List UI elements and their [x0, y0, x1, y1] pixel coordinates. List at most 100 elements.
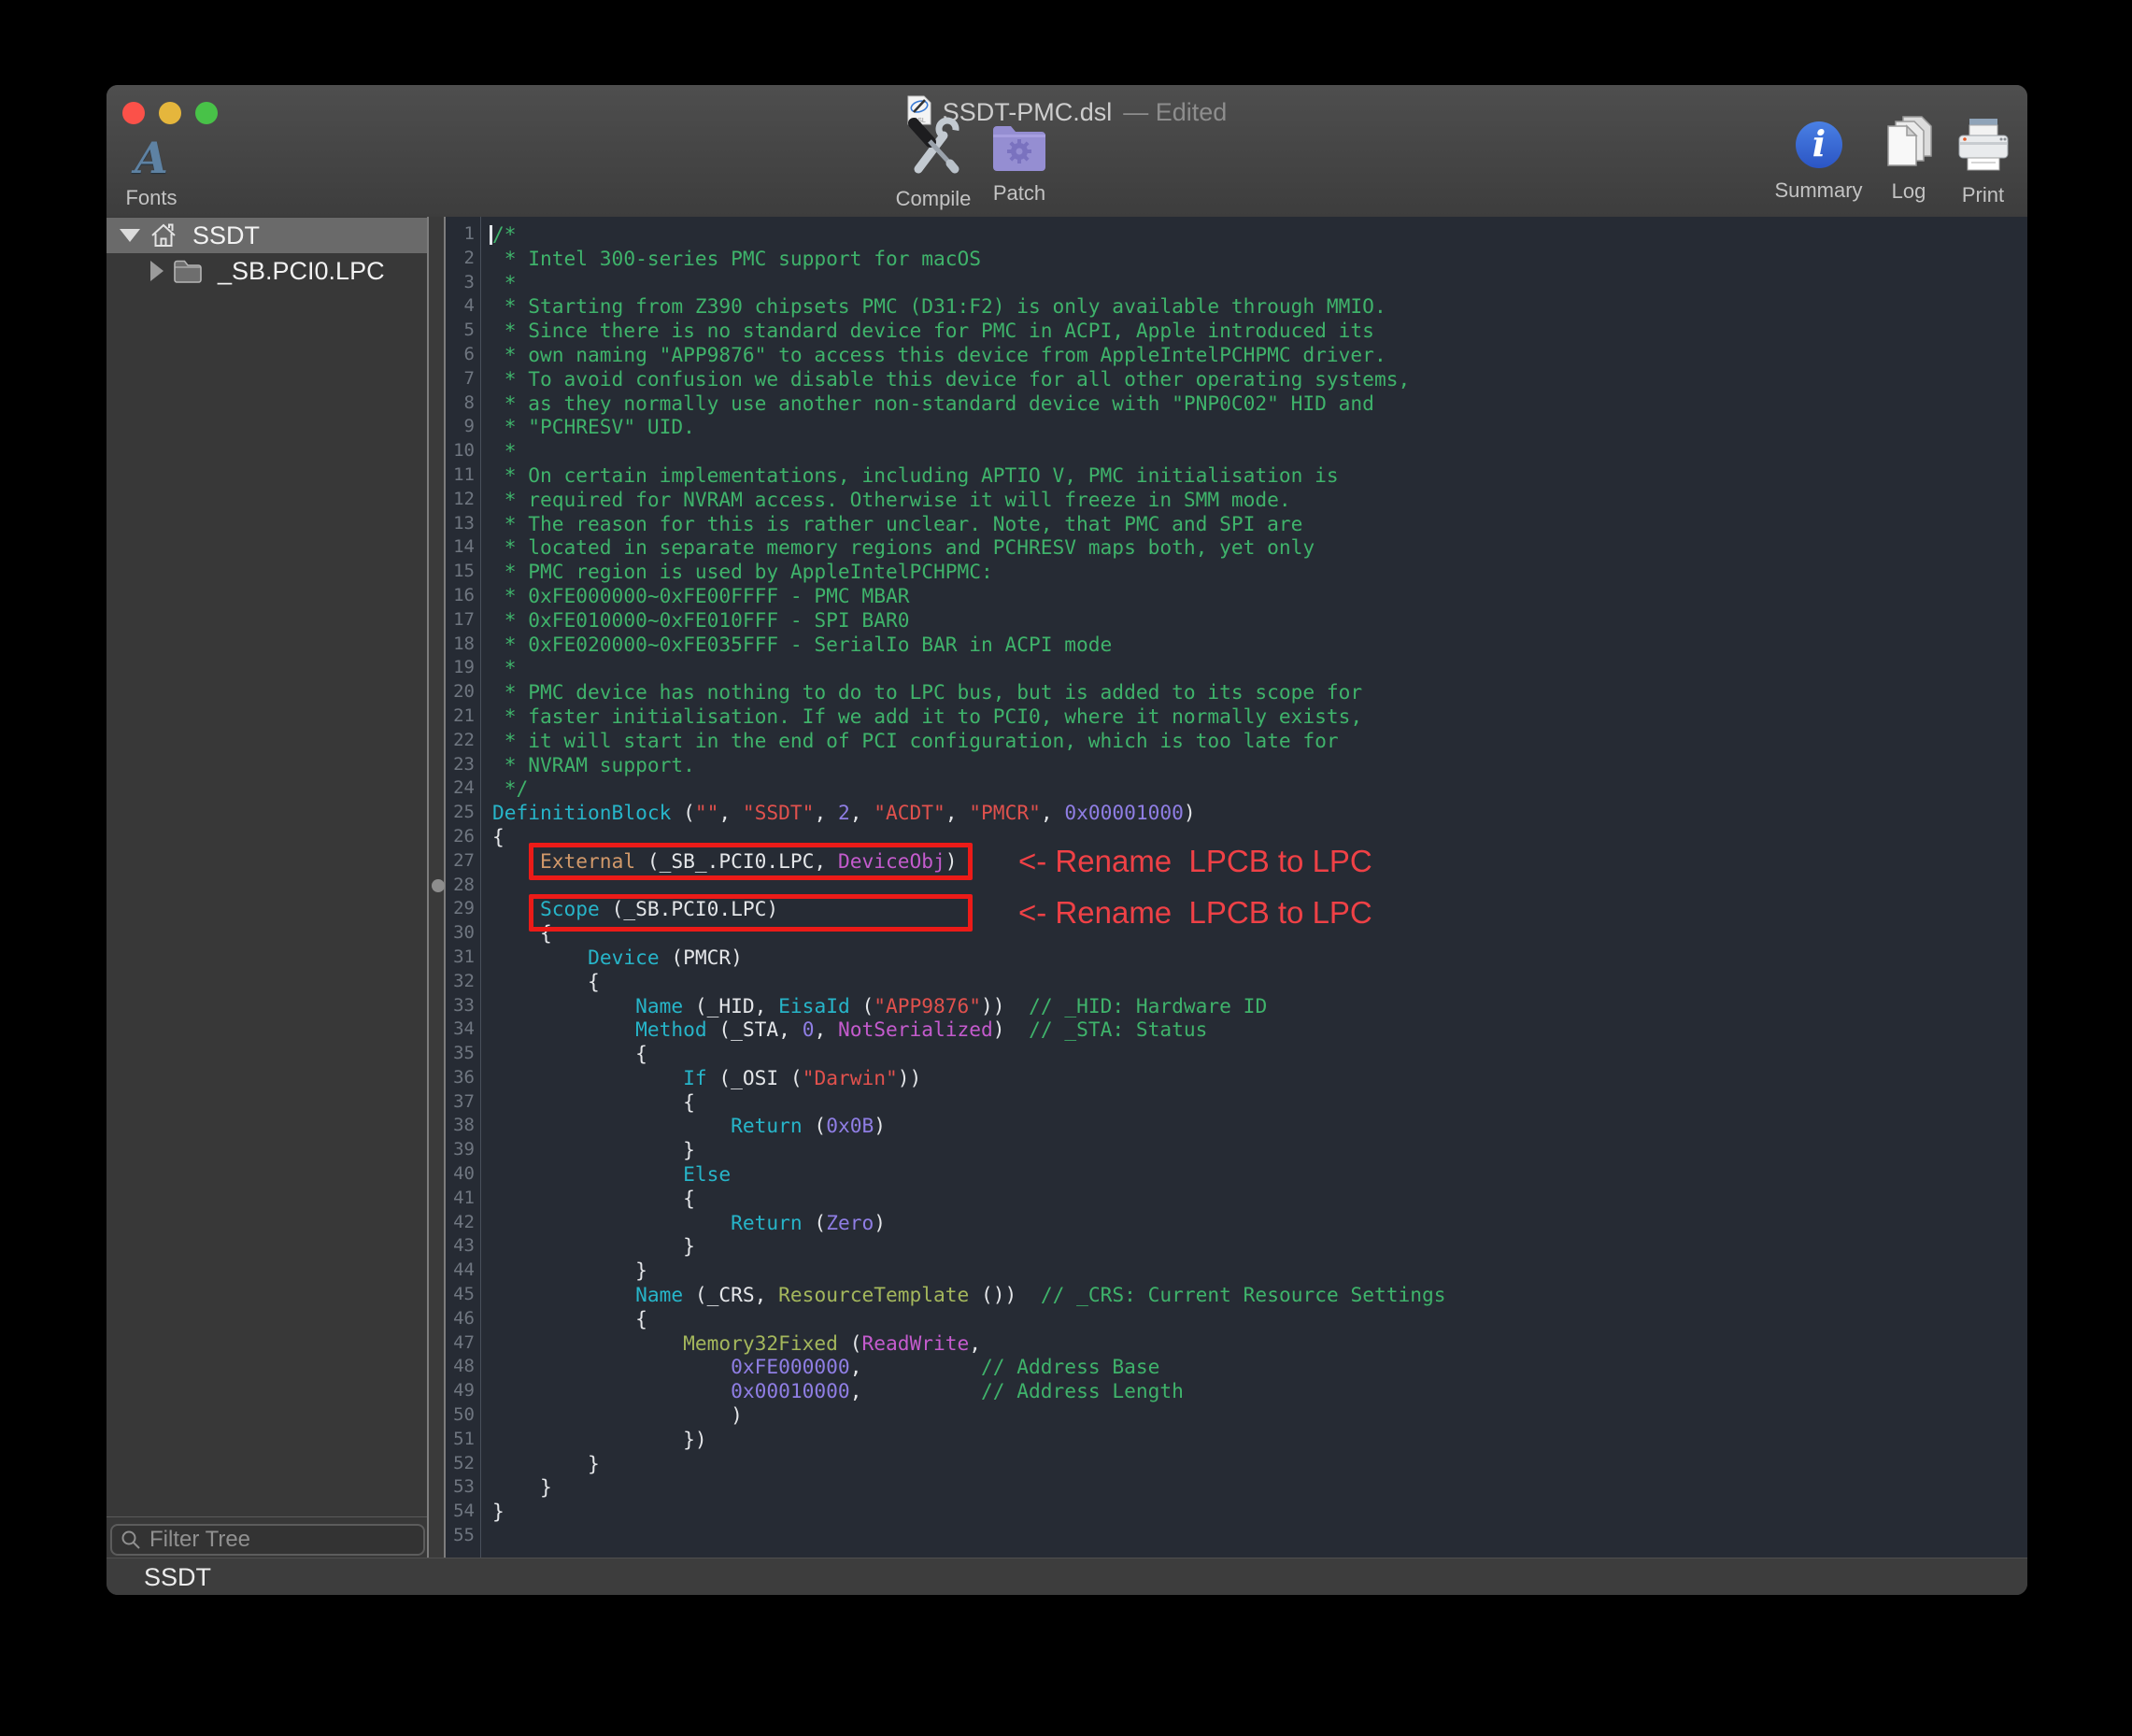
- line-number: 1: [446, 222, 480, 247]
- toolbar-compile-label: Compile: [896, 187, 972, 211]
- filter-placeholder: Filter Tree: [149, 1527, 250, 1553]
- tree-item-label: _SB.PCI0.LPC: [218, 257, 385, 286]
- line-number-gutter: 1234567891011121314151617181920212223242…: [446, 222, 480, 1548]
- code-line: * located in separate memory regions and…: [492, 535, 1446, 560]
- sidebar: SSDT _SB.PCI0.LPC: [107, 217, 427, 1558]
- line-number: 52: [446, 1452, 480, 1476]
- line-number: 15: [446, 560, 480, 584]
- line-number: 5: [446, 319, 480, 343]
- code-line: * PMC device has nothing to do to LPC bu…: [492, 680, 1446, 704]
- code-line: Device (PMCR): [492, 946, 1446, 970]
- line-number: 4: [446, 294, 480, 319]
- code-editor[interactable]: 1234567891011121314151617181920212223242…: [446, 217, 2027, 1558]
- line-number: 29: [446, 897, 480, 921]
- line-number: 36: [446, 1066, 480, 1090]
- toolbar-print-button[interactable]: Print: [1943, 117, 2023, 207]
- code-line: * it will start in the end of PCI config…: [492, 729, 1446, 753]
- close-button[interactable]: [122, 102, 145, 124]
- line-number: 20: [446, 680, 480, 704]
- line-number: 44: [446, 1259, 480, 1283]
- filter-tree-input[interactable]: Filter Tree: [110, 1524, 425, 1556]
- search-icon: [120, 1529, 142, 1551]
- code-line: * Since there is no standard device for …: [492, 319, 1446, 343]
- summary-icon: i: [1794, 120, 1844, 175]
- line-number: 21: [446, 704, 480, 729]
- line-number: 32: [446, 970, 480, 994]
- tree-item-label: SSDT: [192, 221, 260, 250]
- line-number: 18: [446, 633, 480, 657]
- svg-text:i: i: [1812, 122, 1825, 164]
- line-number: 23: [446, 753, 480, 777]
- line-number: 51: [446, 1428, 480, 1452]
- code-line: }: [492, 1500, 1446, 1524]
- code-line: Memory32Fixed (ReadWrite,: [492, 1331, 1446, 1356]
- line-number: 54: [446, 1500, 480, 1524]
- toolbar-patch-button[interactable]: Patch: [968, 121, 1071, 206]
- line-number: 48: [446, 1355, 480, 1379]
- line-number: 40: [446, 1162, 480, 1187]
- zoom-button[interactable]: [195, 102, 218, 124]
- code-line: Method (_STA, 0, NotSerialized) // _STA:…: [492, 1017, 1446, 1042]
- line-number: 25: [446, 801, 480, 825]
- window-title-edited: — Edited: [1123, 98, 1227, 127]
- code-line: * as they normally use another non-stand…: [492, 391, 1446, 416]
- line-number: 2: [446, 247, 480, 271]
- code-area[interactable]: /* * Intel 300-series PMC support for ma…: [492, 222, 1446, 1548]
- text-cursor: [490, 225, 492, 245]
- code-line: * 0xFE020000~0xFE035FFF - SerialIo BAR i…: [492, 633, 1446, 657]
- folder-icon: [173, 259, 203, 283]
- toolbar-summary-button[interactable]: i Summary: [1765, 120, 1872, 203]
- disclosure-collapsed-icon[interactable]: [150, 261, 163, 281]
- code-line: */: [492, 776, 1446, 801]
- code-line: Name (_CRS, ResourceTemplate ()) // _CRS…: [492, 1283, 1446, 1307]
- line-number: 14: [446, 535, 480, 560]
- toolbar-print-label: Print: [1962, 183, 2004, 207]
- line-number: 53: [446, 1475, 480, 1500]
- code-line: [492, 1524, 1446, 1548]
- code-line: {: [492, 1090, 1446, 1115]
- tree-item-sb-pci0-lpc[interactable]: _SB.PCI0.LPC: [107, 253, 427, 289]
- line-number: 46: [446, 1307, 480, 1331]
- minimize-button[interactable]: [159, 102, 181, 124]
- code-line: *: [492, 439, 1446, 463]
- toolbar-log-button[interactable]: Log: [1870, 115, 1947, 204]
- line-number: 38: [446, 1114, 480, 1138]
- line-number: 30: [446, 921, 480, 946]
- fonts-icon: A: [135, 134, 168, 182]
- tree-item-ssdt[interactable]: SSDT: [107, 218, 427, 253]
- line-number: 8: [446, 391, 480, 416]
- line-number: 16: [446, 584, 480, 608]
- code-line: * 0xFE010000~0xFE010FFF - SPI BAR0: [492, 608, 1446, 633]
- code-line: }: [492, 1452, 1446, 1476]
- line-number: 34: [446, 1017, 480, 1042]
- toolbar-fonts-button[interactable]: A Fonts: [114, 134, 189, 210]
- navigation-tree: SSDT _SB.PCI0.LPC: [107, 217, 427, 1517]
- code-line: }: [492, 1234, 1446, 1259]
- line-number: 41: [446, 1187, 480, 1211]
- code-line: Return (0x0B): [492, 1114, 1446, 1138]
- code-line: * faster initialisation. If we add it to…: [492, 704, 1446, 729]
- filter-bar: Filter Tree: [107, 1516, 427, 1558]
- code-line: {: [492, 1042, 1446, 1066]
- annotation-label-1: <- Rename LPCB to LPC: [1018, 843, 1372, 880]
- toolbar-log-label: Log: [1892, 179, 1926, 204]
- line-number: 26: [446, 825, 480, 849]
- window-header: DSL SSDT-PMC.dsl — Edited A Fonts: [107, 85, 2027, 218]
- marker-margin: [427, 217, 446, 1558]
- code-line: }): [492, 1428, 1446, 1452]
- code-line: Return (Zero): [492, 1211, 1446, 1235]
- code-line: }: [492, 1475, 1446, 1500]
- screen: DSL SSDT-PMC.dsl — Edited A Fonts: [0, 0, 2132, 1736]
- code-line: * required for NVRAM access. Otherwise i…: [492, 488, 1446, 512]
- line-marker-dot: [432, 879, 445, 892]
- disclosure-expanded-icon[interactable]: [120, 229, 140, 242]
- code-line: 0x00010000, // Address Length: [492, 1379, 1446, 1403]
- line-number: 45: [446, 1283, 480, 1307]
- log-icon: [1881, 115, 1937, 176]
- code-line: * Starting from Z390 chipsets PMC (D31:F…: [492, 294, 1446, 319]
- toolbar-summary-label: Summary: [1774, 178, 1862, 203]
- line-number: 31: [446, 946, 480, 970]
- line-number: 6: [446, 343, 480, 367]
- status-path: SSDT: [144, 1563, 211, 1592]
- code-line: Else: [492, 1162, 1446, 1187]
